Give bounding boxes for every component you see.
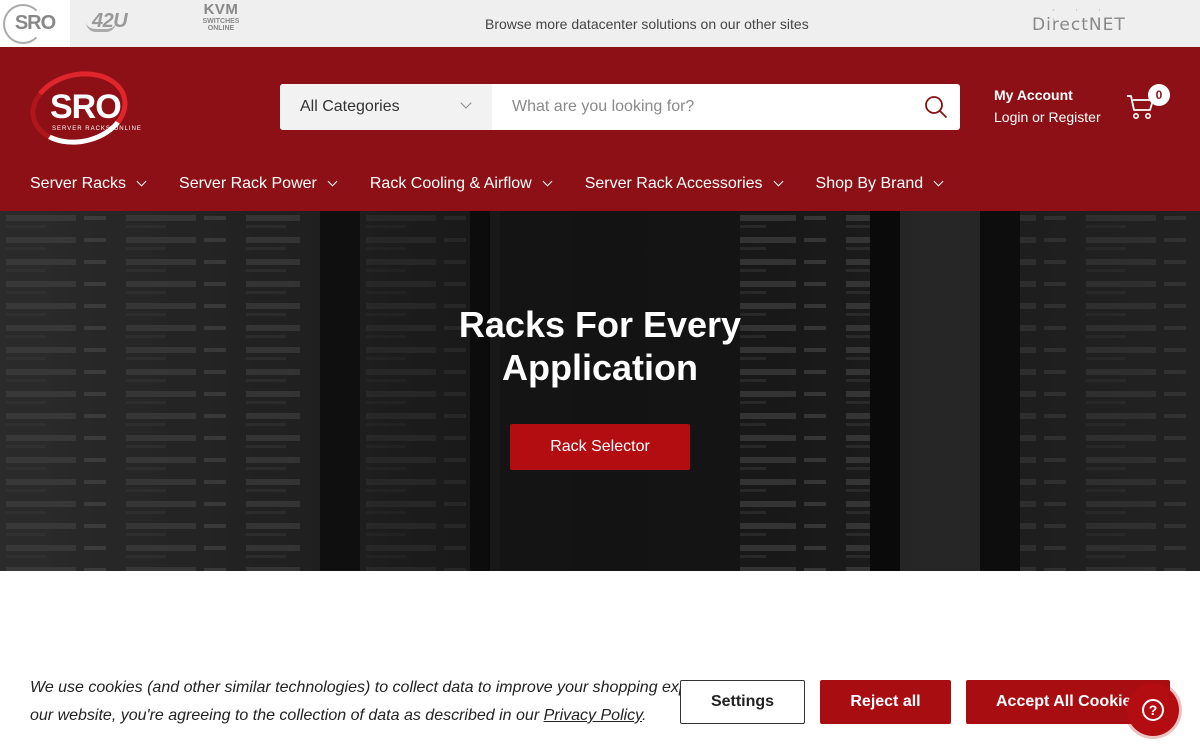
chevron-down-icon xyxy=(136,176,147,187)
privacy-policy-link[interactable]: Privacy Policy xyxy=(544,707,642,724)
nav-item-server-rack-power[interactable]: Server Rack Power xyxy=(179,175,338,193)
help-icon: ? xyxy=(1142,699,1164,721)
category-select[interactable]: All Categories xyxy=(280,84,492,130)
search-input[interactable] xyxy=(492,84,912,130)
directnet-dots-icon: · · · · xyxy=(1052,6,1110,24)
site-header: SRO SERVER RACKS ONLINE All Categories M… xyxy=(0,47,1200,211)
cookie-settings-button[interactable]: Settings xyxy=(680,680,805,724)
account-title: My Account xyxy=(994,87,1073,103)
search-button[interactable] xyxy=(912,84,960,130)
main-nav: Server Racks Server Rack Power Rack Cool… xyxy=(30,175,976,193)
nav-item-server-racks[interactable]: Server Racks xyxy=(30,175,147,193)
cookie-reject-button[interactable]: Reject all xyxy=(820,680,951,724)
network-tagline: Browse more datacenter solutions on our … xyxy=(485,16,809,32)
hero-title: Racks For Every Application xyxy=(458,304,742,388)
search-bar: All Categories xyxy=(280,84,960,130)
server-room-background-image xyxy=(0,211,1200,571)
cart-count-badge: 0 xyxy=(1148,84,1170,106)
category-select-value: All Categories xyxy=(300,98,400,115)
cookie-text-line2: our website, you're agreeing to the coll… xyxy=(30,707,647,724)
kvm-network-logo[interactable]: KVM SWITCHES ONLINE xyxy=(200,2,242,32)
network-bar: SRO 42U KVM SWITCHES ONLINE Browse more … xyxy=(0,0,1200,47)
chevron-down-icon xyxy=(933,176,944,187)
cookie-text-line1: We use cookies (and other similar techno… xyxy=(30,679,690,696)
chevron-down-icon xyxy=(773,176,783,187)
search-icon xyxy=(925,96,947,118)
sro-ring-icon xyxy=(3,4,43,44)
help-button[interactable]: ? xyxy=(1127,684,1179,736)
cookie-notice: We use cookies (and other similar techno… xyxy=(30,674,690,734)
directnet-network-logo[interactable]: · · · · DirectNET xyxy=(1032,6,1126,35)
brand-logo[interactable]: SRO SERVER RACKS ONLINE xyxy=(23,62,141,154)
42u-network-logo[interactable]: 42U xyxy=(86,10,128,33)
login-register-link[interactable]: Login or Register xyxy=(994,109,1101,125)
nav-item-shop-by-brand[interactable]: Shop By Brand xyxy=(816,175,944,193)
hero-banner: Racks For Every Application Rack Selecto… xyxy=(0,211,1200,571)
account-menu[interactable]: My Account Login or Register xyxy=(994,87,1101,125)
chevron-down-icon xyxy=(542,176,553,187)
chevron-down-icon xyxy=(460,97,472,109)
chevron-down-icon xyxy=(327,176,338,187)
nav-item-rack-accessories[interactable]: Server Rack Accessories xyxy=(585,175,783,193)
sro-network-logo[interactable]: SRO xyxy=(0,0,70,47)
nav-item-rack-cooling[interactable]: Rack Cooling & Airflow xyxy=(370,175,553,193)
rack-selector-button[interactable]: Rack Selector xyxy=(510,424,690,470)
